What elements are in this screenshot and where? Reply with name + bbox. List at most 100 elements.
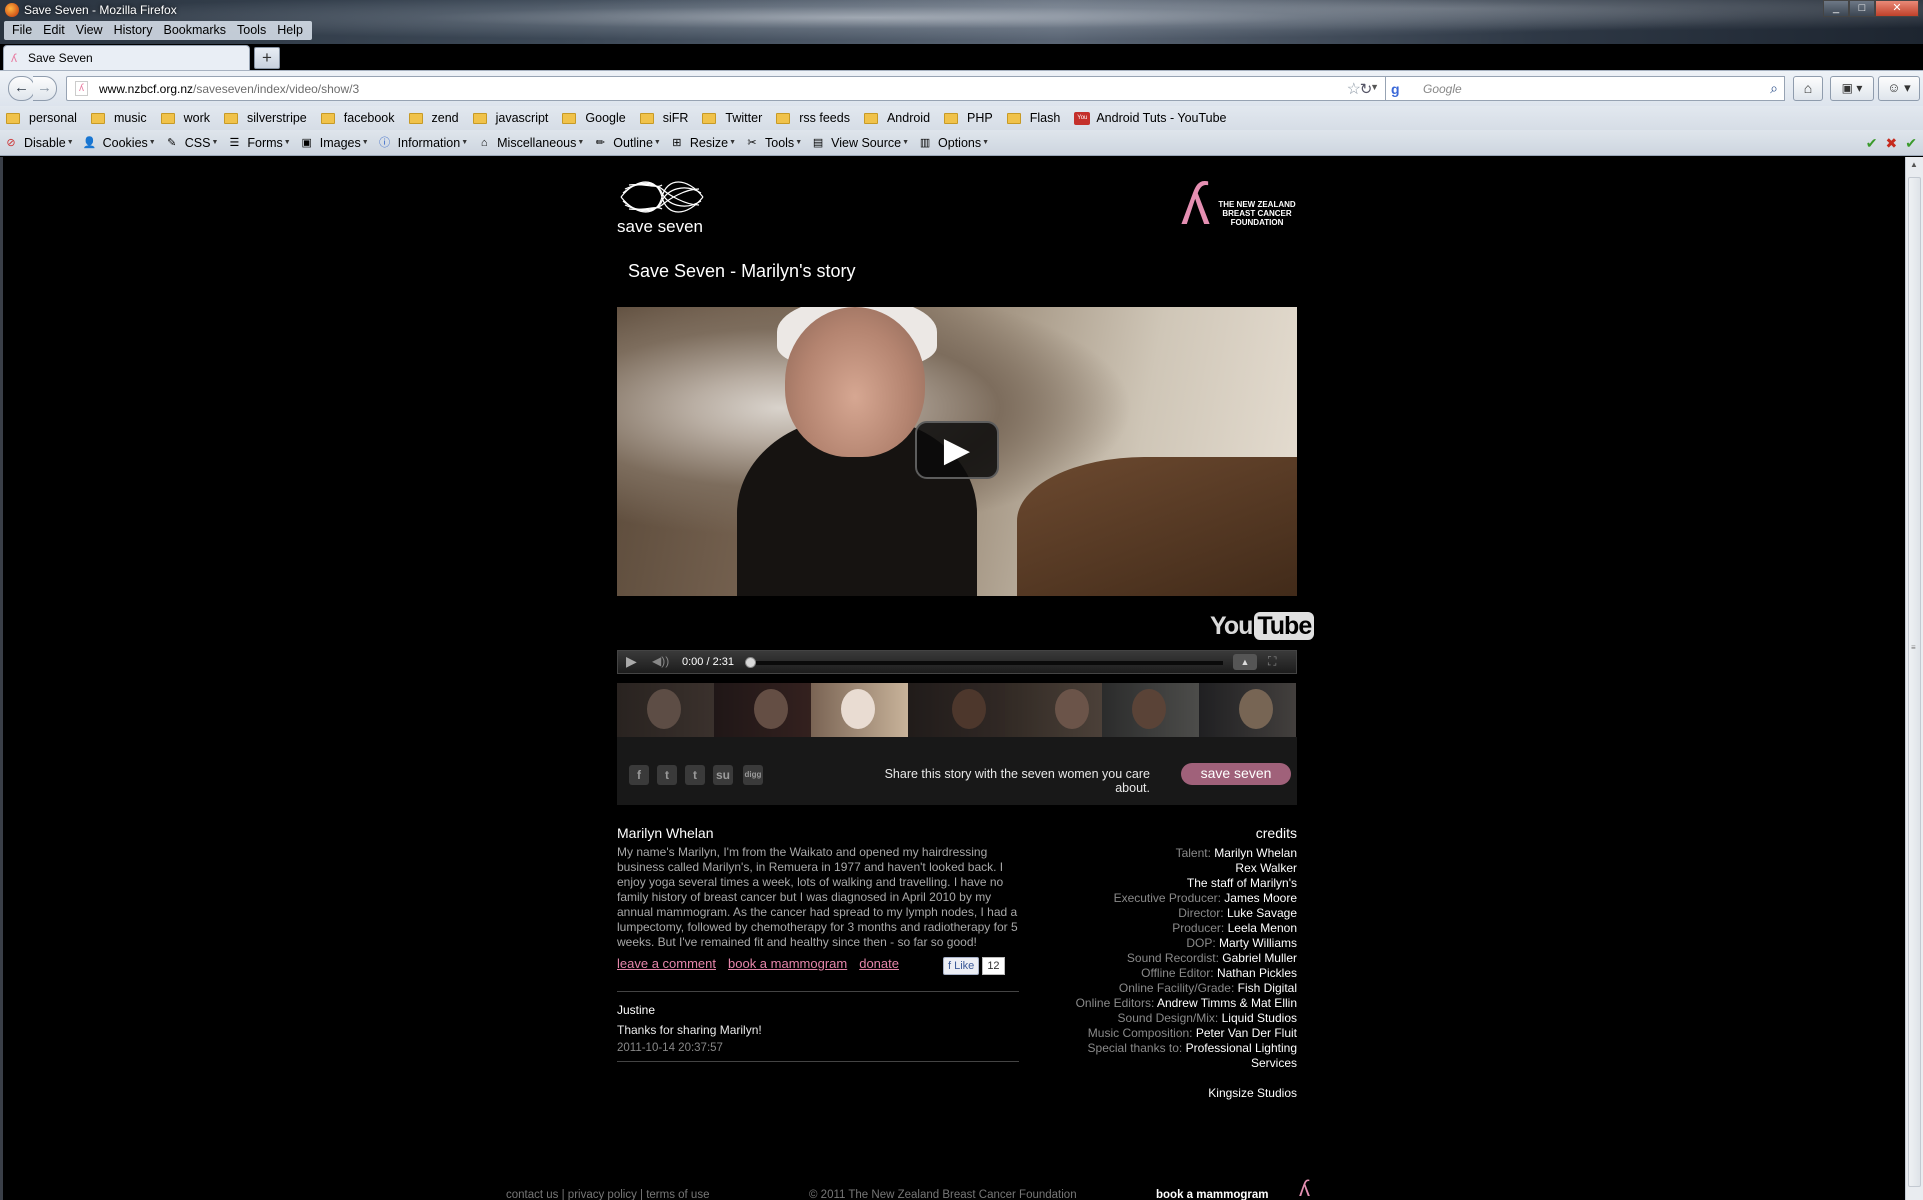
video-frame[interactable]: ▶ <box>617 307 1297 596</box>
html-valid-icon[interactable]: ✔ <box>1905 135 1917 152</box>
scroll-up-icon[interactable]: ▲ <box>1910 160 1918 169</box>
play-button[interactable]: ▶ <box>915 421 999 479</box>
dev-options-menu[interactable]: ▥ Options ▼ <box>918 136 989 150</box>
dev-view-source-label: View Source <box>831 135 902 150</box>
credit-name: Marty Williams <box>1219 936 1297 950</box>
save-seven-button[interactable]: save seven <box>1181 763 1291 785</box>
twitter-icon[interactable]: t <box>657 765 677 785</box>
facebook-like-count: 12 <box>982 957 1005 975</box>
vertical-scrollbar[interactable]: ▲ ≡ <box>1905 157 1923 1200</box>
bookmark-label: work <box>183 111 211 125</box>
dev-miscellaneous-menu[interactable]: ⌂ Miscellaneous ▼ <box>477 136 584 150</box>
youtube-logo[interactable]: You Tube <box>1210 612 1315 641</box>
new-tab-button[interactable]: + <box>254 47 280 69</box>
footer-copyright: © 2011 The New Zealand Breast Cancer Fou… <box>809 1189 1077 1200</box>
story-thumbnail-4[interactable] <box>908 683 1005 737</box>
bookmark-javascript[interactable]: javascript <box>472 111 548 125</box>
bookmark-zend[interactable]: zend <box>408 111 459 125</box>
dev-resize-menu[interactable]: ⊞ Resize ▼ <box>670 136 736 150</box>
menu-edit[interactable]: Edit <box>38 21 71 40</box>
facebook-icon[interactable]: f <box>629 765 649 785</box>
story-thumbnail-3[interactable] <box>811 683 908 737</box>
tab-save-seven[interactable]: ʎ Save Seven <box>3 45 250 70</box>
stumbleupon-icon[interactable]: su <box>713 765 733 785</box>
credit-row: Special thanks to: Professional Lighting <box>1005 1041 1297 1056</box>
dev-css-menu[interactable]: ✎ CSS ▼ <box>165 136 218 150</box>
scrollbar-thumb[interactable] <box>1908 177 1921 1187</box>
dev-outline-menu[interactable]: ✏ Outline ▼ <box>593 136 661 150</box>
footer-ribbon-icon: ʎ <box>1299 1176 1310 1200</box>
bookmark-twitter[interactable]: Twitter <box>702 111 762 125</box>
footer-book-mammogram[interactable]: book a mammogram <box>1156 1189 1268 1200</box>
google-search-engine-icon[interactable]: g <box>1391 81 1407 97</box>
bookmark-rss-feeds[interactable]: rss feeds <box>776 111 850 125</box>
leave-comment-link[interactable]: leave a comment <box>617 956 716 971</box>
bookmark-silverstripe[interactable]: silverstripe <box>224 111 307 125</box>
menu-view[interactable]: View <box>71 21 109 40</box>
options-icon: ▥ <box>919 136 931 149</box>
save-seven-logo[interactable]: save seven <box>617 175 707 236</box>
fullscreen-icon[interactable]: ⛶ <box>1268 654 1276 669</box>
bookmark-android[interactable]: Android <box>863 111 930 125</box>
back-button[interactable]: ← <box>8 76 35 101</box>
maximize-button[interactable]: □ <box>1849 0 1875 17</box>
story-thumbnail-7[interactable] <box>1199 683 1296 737</box>
book-mammogram-link[interactable]: book a mammogram <box>728 956 847 971</box>
volume-icon[interactable]: ◀)) <box>652 654 669 668</box>
dev-view-source-menu[interactable]: ▤ View Source ▼ <box>811 136 909 150</box>
player-play-icon[interactable]: ▶ <box>626 653 637 670</box>
dev-status-icons: ✔ ✖ ✔ <box>1866 135 1917 152</box>
folder-icon <box>863 112 878 124</box>
menu-file[interactable]: File <box>7 21 38 40</box>
story-thumbnail-6[interactable] <box>1102 683 1199 737</box>
address-url[interactable]: www.nzbcf.org.nz/saveseven/index/video/s… <box>99 82 359 96</box>
extension-menu-button[interactable]: ▣ ▾ <box>1830 76 1874 101</box>
credit-row: Executive Producer: James Moore <box>1005 891 1297 906</box>
progress-knob[interactable] <box>745 657 756 668</box>
address-bar[interactable]: ʎ www.nzbcf.org.nz/saveseven/index/video… <box>66 76 1388 101</box>
forward-button[interactable]: → <box>33 76 57 101</box>
bookmark-label: Google <box>585 111 626 125</box>
home-icon[interactable]: ⌂ <box>1793 76 1823 101</box>
bookmark-facebook[interactable]: facebook <box>320 111 395 125</box>
dev-tools-menu[interactable]: ✂ Tools ▼ <box>745 136 802 150</box>
bookmark-sifr[interactable]: siFR <box>639 111 688 125</box>
dev-cookies-menu[interactable]: 👤 Cookies ▼ <box>83 136 156 150</box>
css-valid-icon[interactable]: ✔ <box>1866 135 1878 152</box>
bookmark-personal[interactable]: personal <box>6 111 77 125</box>
dev-forms-menu[interactable]: ☰ Forms ▼ <box>227 136 290 150</box>
quality-menu-icon[interactable]: ▲ <box>1233 654 1257 670</box>
credit-row: DOP: Marty Williams <box>1005 936 1297 951</box>
tumblr-icon[interactable]: t <box>685 765 705 785</box>
bookmark-music[interactable]: music <box>90 111 147 125</box>
cookies-icon: 👤 <box>82 136 97 149</box>
story-thumbnail-1[interactable] <box>617 683 714 737</box>
dev-information-menu[interactable]: ⓘ Information ▼ <box>378 136 468 150</box>
bookmark-flash[interactable]: Flash <box>1006 111 1060 125</box>
js-error-icon[interactable]: ✖ <box>1886 135 1898 152</box>
bookmark-google[interactable]: Google <box>562 111 626 125</box>
bookmark-android-tuts-youtube[interactable]: You Android Tuts - YouTube <box>1074 111 1227 125</box>
reload-icon[interactable]: ↻ <box>1356 80 1376 100</box>
story-thumbnail-2[interactable] <box>714 683 811 737</box>
dev-images-menu[interactable]: ▣ Images ▼ <box>300 136 369 150</box>
facebook-like-button[interactable]: f Like <box>943 957 980 975</box>
nzbcf-logo[interactable]: ʎ THE NEW ZEALAND BREAST CANCER FOUNDATI… <box>1179 173 1299 241</box>
menu-tools[interactable]: Tools <box>232 21 272 40</box>
greasemonkey-icon[interactable]: ☺ ▾ <box>1878 76 1920 101</box>
donate-link[interactable]: donate <box>859 956 899 971</box>
menu-help[interactable]: Help <box>272 21 309 40</box>
bookmark-work[interactable]: work <box>160 111 211 125</box>
menu-history[interactable]: History <box>109 21 159 40</box>
minimize-button[interactable]: _ <box>1823 0 1849 17</box>
footer-links[interactable]: contact us | privacy policy | terms of u… <box>506 1189 709 1200</box>
digg-icon[interactable]: digg <box>743 765 763 785</box>
story-thumbnail-5[interactable] <box>1005 683 1102 737</box>
search-icon[interactable]: ⌕ <box>1770 80 1778 97</box>
menu-bookmarks[interactable]: Bookmarks <box>158 21 232 40</box>
bookmark-php[interactable]: PHP <box>944 111 993 125</box>
dev-disable-menu[interactable]: ⊘ Disable ▼ <box>4 136 73 150</box>
progress-track[interactable] <box>748 661 1223 665</box>
close-button[interactable]: ✕ <box>1875 0 1919 17</box>
search-box[interactable]: g Google ⌕ <box>1385 76 1785 101</box>
